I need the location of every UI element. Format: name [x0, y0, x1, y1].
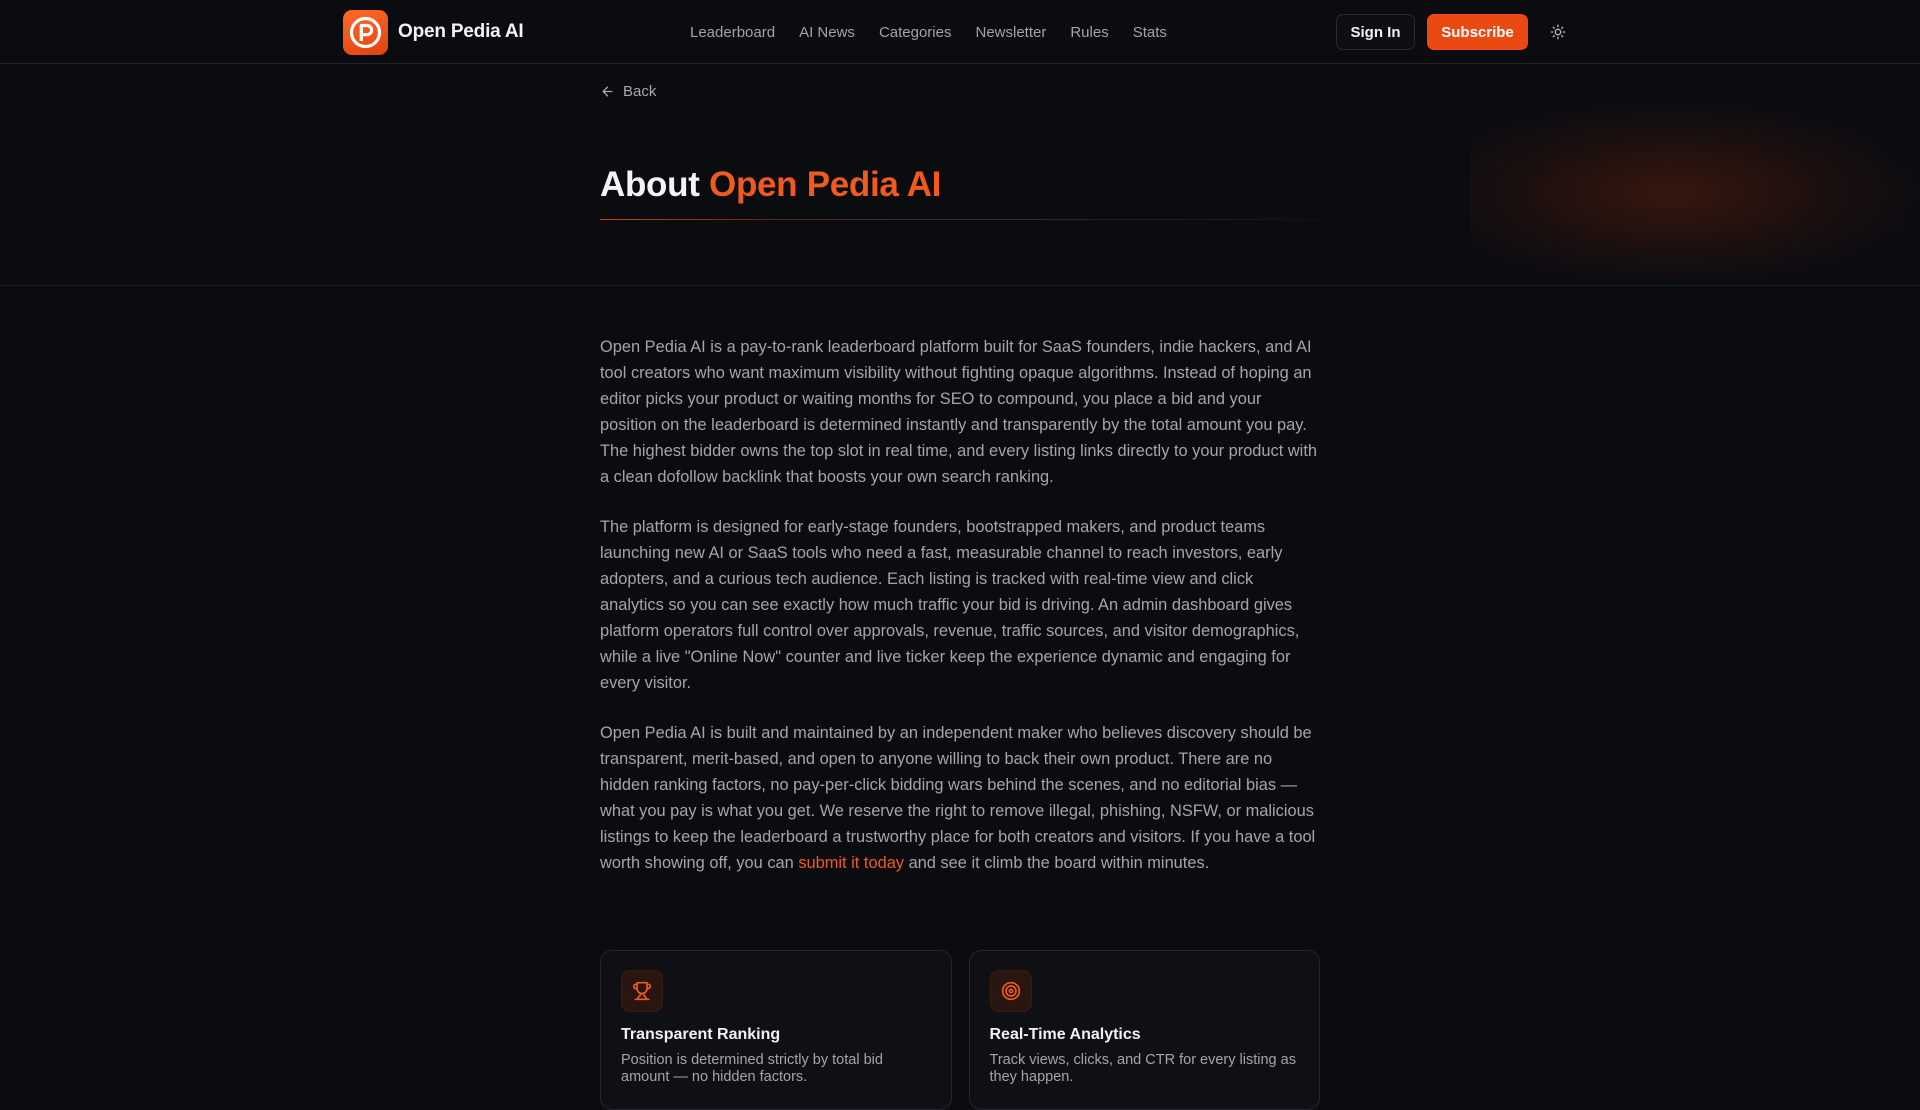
theme-toggle-button[interactable] — [1546, 20, 1570, 44]
nav-item-leaderboard[interactable]: Leaderboard — [690, 24, 787, 41]
decorative-glow — [1470, 103, 1920, 283]
brand-home-link[interactable]: Open Pedia AI — [343, 9, 524, 55]
nav-item-stats[interactable]: Stats — [1121, 24, 1179, 41]
main-nav: Leaderboard AI News Categories Newslette… — [690, 0, 1179, 64]
page-hero: Back About Open Pedia AI — [0, 65, 1920, 286]
back-link[interactable]: Back — [600, 81, 656, 101]
target-icon — [1001, 981, 1020, 1001]
about-paragraph-1: Open Pedia AI is a pay-to-rank leaderboa… — [600, 338, 1317, 486]
nav-item-rules[interactable]: Rules — [1058, 24, 1120, 41]
subscribe-button[interactable]: Subscribe — [1427, 14, 1528, 50]
paragraph-3-text-before: Open Pedia AI is built and maintained by… — [600, 724, 1316, 872]
trophy-icon — [632, 981, 652, 1001]
card-title: Real-Time Analytics — [989, 1026, 1141, 1043]
about-content: Open Pedia AI is a pay-to-rank leaderboa… — [600, 334, 1320, 900]
page-title-prefix: About — [600, 165, 700, 204]
card-icon-container — [621, 970, 663, 1012]
brand-name: Open Pedia AI — [398, 21, 524, 42]
card-description: Track views, clicks, and CTR for every l… — [989, 1052, 1296, 1085]
feature-cards: Transparent Ranking Position is determin… — [600, 950, 1320, 1110]
card-description: Position is determined strictly by total… — [621, 1052, 883, 1085]
nav-item-newsletter[interactable]: Newsletter — [963, 24, 1058, 41]
paragraph-3-text-after: and see it climb the board within minute… — [904, 854, 1210, 872]
submit-it-today-link[interactable]: submit it today — [798, 854, 904, 872]
about-paragraph-3: Open Pedia AI is built and maintained by… — [600, 720, 1320, 876]
title-divider — [600, 219, 1320, 220]
sun-icon — [1550, 24, 1566, 40]
about-paragraph-2: The platform is designed for early-stage… — [600, 518, 1300, 692]
arrow-left-icon — [602, 86, 613, 96]
nav-item-ai-news[interactable]: AI News — [787, 24, 867, 41]
back-label: Back — [623, 82, 657, 100]
nav-item-categories[interactable]: Categories — [867, 24, 964, 41]
sign-in-button[interactable]: Sign In — [1336, 14, 1415, 50]
feature-card-transparent-ranking: Transparent Ranking Position is determin… — [600, 950, 952, 1110]
page-title: About Open Pedia AI — [600, 165, 941, 205]
feature-card-real-time-analytics: Real-Time Analytics Track views, clicks,… — [968, 950, 1320, 1110]
card-icon-container — [989, 970, 1032, 1012]
page-title-accent: Open Pedia AI — [709, 165, 942, 204]
top-navigation-bar: Open Pedia AI Leaderboard AI News Catego… — [0, 0, 1920, 64]
card-title: Transparent Ranking — [621, 1026, 781, 1043]
open-pedia-logo-icon — [343, 9, 388, 55]
